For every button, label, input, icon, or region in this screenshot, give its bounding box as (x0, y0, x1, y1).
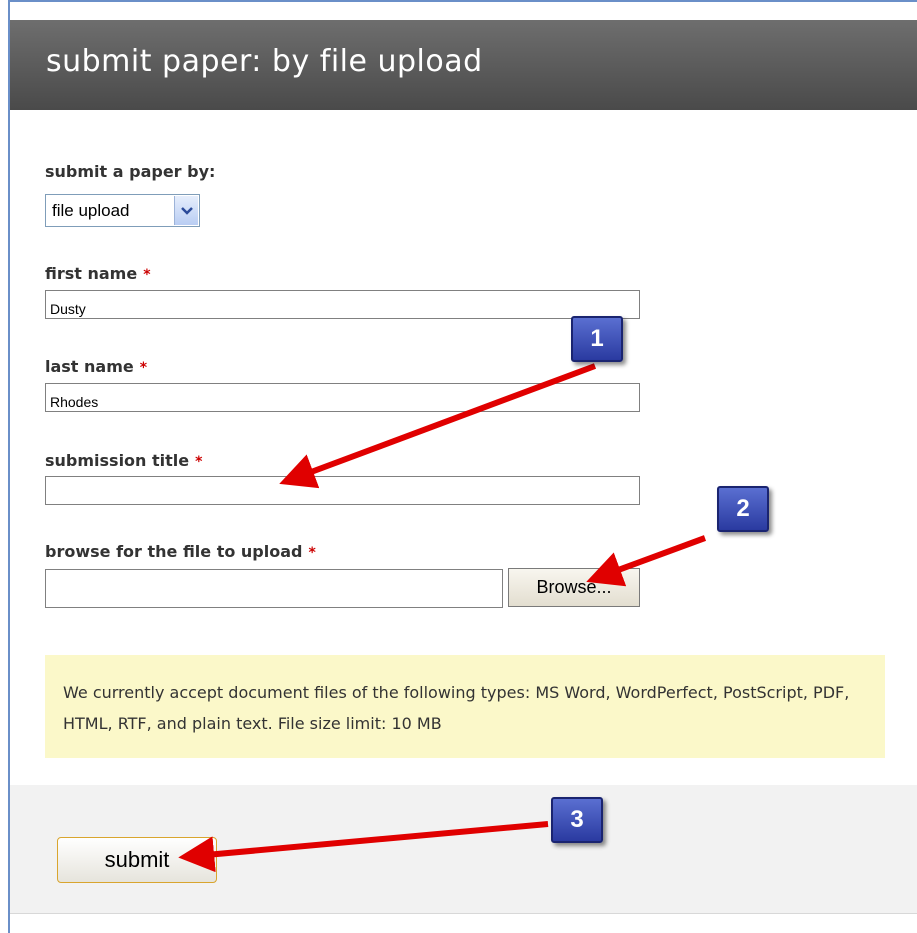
callout-badge-1: 1 (571, 316, 623, 362)
annotation-arrows (178, 363, 707, 873)
callout-3-arrow (178, 821, 549, 873)
callout-badge-2: 2 (717, 486, 769, 532)
callout-2-arrow (586, 535, 707, 587)
callout-badge-3: 3 (551, 797, 603, 843)
callout-1-arrow (279, 363, 597, 489)
